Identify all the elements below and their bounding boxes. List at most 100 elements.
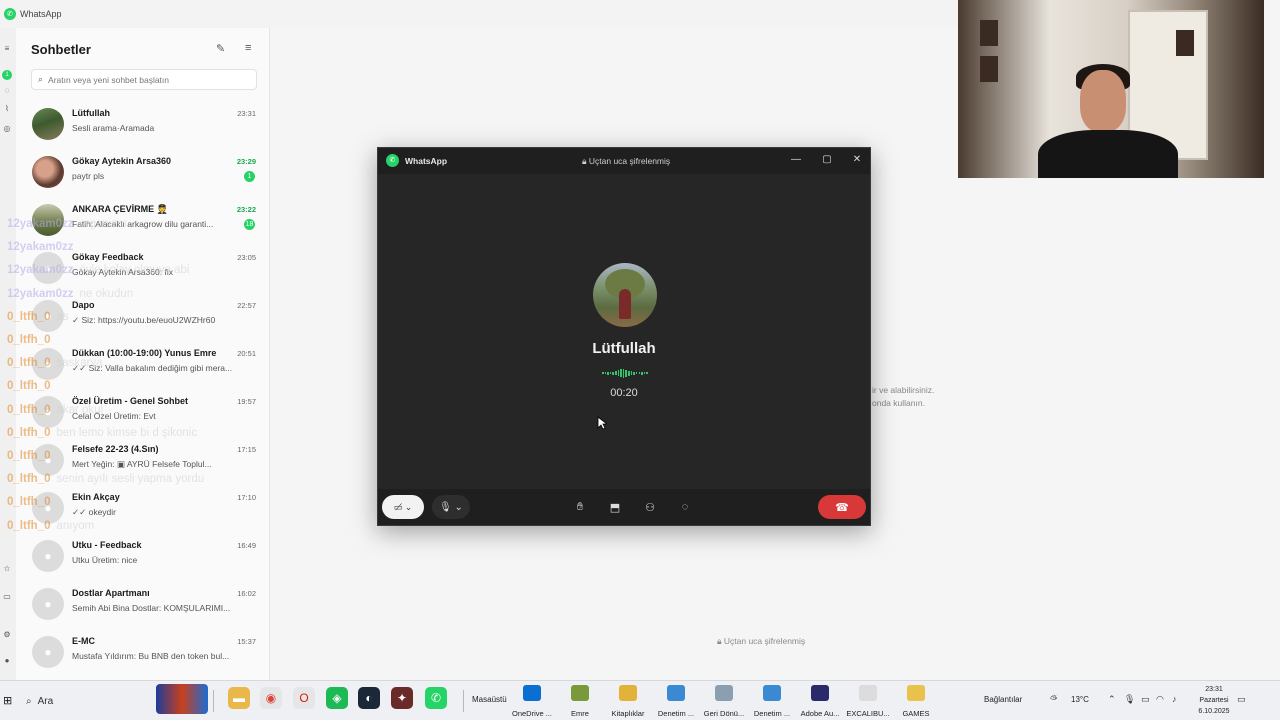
filter-icon[interactable]: ≡ xyxy=(245,42,251,54)
encryption-footer: 🔒︎ Uçtan uca şifrelenmiş xyxy=(717,636,806,646)
chat-list-item[interactable]: ● Dostlar Apartmanı 16:02 Semih Abi Bina… xyxy=(30,584,256,628)
call-window: ✆ WhatsApp 🔒︎ Uçtan uca şifrelenmiş — ▢ … xyxy=(377,147,871,526)
volume-icon[interactable]: ♪ xyxy=(1172,694,1177,704)
chat-list-item[interactable]: ● E-MC 15:37 Mustafa Yıldırım: Bu BNB de… xyxy=(30,632,256,676)
end-call-button[interactable]: ☎︎ xyxy=(818,495,866,519)
start-menu-icon[interactable]: ⊞ xyxy=(3,694,12,707)
app-icon[interactable]: ◈ xyxy=(326,687,348,709)
close-button[interactable]: ✕ xyxy=(848,152,866,168)
chat-time: 17:10 xyxy=(237,493,256,502)
chat-list-item[interactable]: ● Ekin Akçay 17:10 ✓✓ okeydir xyxy=(30,488,256,532)
taskbar: ⊞ ⌕ Ara ▬ ◉ O ◈ ◐ ✦ ✆ Masaüstü OneDrive … xyxy=(0,680,1280,720)
microphone-icon[interactable]: 🎙︎ xyxy=(1124,694,1135,705)
app-titlebar: ✆ WhatsApp xyxy=(0,0,958,28)
profile-icon[interactable]: ● xyxy=(2,656,12,666)
maximize-button[interactable]: ▢ xyxy=(818,152,836,168)
webcam-feed xyxy=(958,0,1264,178)
search-highlight-banner[interactable] xyxy=(156,684,208,714)
taskbar-folder-label: GAMES xyxy=(902,709,930,718)
waveform-bar xyxy=(638,372,641,374)
desktop-label[interactable]: Masaüstü xyxy=(472,695,507,704)
chat-list-item[interactable]: Gökay Aytekin Arsa360 23:29 paytr pls 1 xyxy=(30,152,256,196)
waveform-bar xyxy=(602,372,604,374)
clock[interactable]: 23:31 Pazartesi 6.10.2025 xyxy=(1198,684,1230,717)
waveform-bar xyxy=(612,371,614,375)
chat-last-message: Semih Abi Bina Dostlar: KOMŞULARIMI... xyxy=(72,603,231,613)
menu-icon[interactable]: ≡ xyxy=(2,44,12,54)
chat-list-item[interactable]: ● Utku - Feedback 16:49 Utku Üretim: nic… xyxy=(30,536,256,580)
chat-list-item[interactable]: ● Dapo 22:57 ✓ Siz: https://youtu.be/euo… xyxy=(30,296,256,340)
minimize-button[interactable]: — xyxy=(787,152,805,168)
chevron-up-icon[interactable]: ⌃ xyxy=(1108,694,1116,705)
settings-icon[interactable]: ⚙ xyxy=(2,630,12,640)
screen-share-icon[interactable]: ⬒ xyxy=(607,495,623,519)
clock-time: 23:31 xyxy=(1205,686,1223,693)
chat-time: 23:29 xyxy=(236,157,256,166)
app-title: WhatsApp xyxy=(20,9,62,19)
waveform-bar xyxy=(635,372,638,374)
chat-last-message: Sesli arama·Aramada xyxy=(72,123,155,133)
clock-date: 6.10.2025 xyxy=(1198,708,1230,715)
chat-list-item[interactable]: ● Özel Üretim - Genel Sohbet 19:57 Celal… xyxy=(30,392,256,436)
status-icon[interactable]: ◌ xyxy=(2,86,12,96)
archive-icon[interactable]: ▭ xyxy=(2,592,12,602)
left-rail: ≡ 1 ◌ ⌇ ◎ ☆ ▭ ⚙ ● xyxy=(0,28,16,680)
opera-icon[interactable]: O xyxy=(293,687,315,709)
whatsapp-taskbar-icon[interactable]: ✆ xyxy=(425,687,447,709)
game-icon[interactable]: ✦ xyxy=(391,687,413,709)
chat-list-item[interactable]: ● Dükkan (10:00-19:00) Yunus Emre 20:51 … xyxy=(30,344,256,388)
wifi-icon[interactable]: ◠ xyxy=(1156,694,1164,705)
chat-list-item[interactable]: ● Felsefe 22-23 (4.Sın) 17:15 Mert Yeğin… xyxy=(30,440,256,484)
add-participant-icon[interactable]: ⚇ xyxy=(642,495,658,519)
chat-last-message: Mustafa Yıldırım: Bu BNB den token bul..… xyxy=(72,651,230,661)
chat-last-message: Gökay Aytekin Arsa360: fix xyxy=(72,267,173,277)
sidebar-title: Sohbetler xyxy=(31,42,91,57)
taskbar-folder[interactable]: GAMES xyxy=(888,685,944,718)
avatar: ● xyxy=(32,300,64,332)
person-head xyxy=(1080,70,1126,132)
chat-list-item[interactable]: Lütfullah 23:31 Sesli arama·Aramada xyxy=(30,104,256,148)
taskbar-search[interactable]: ⌕ Ara xyxy=(20,689,160,713)
chat-bubble-icon[interactable]: ◌ xyxy=(677,495,693,519)
unread-badge: 18 xyxy=(244,219,255,230)
mouse-cursor-icon xyxy=(597,416,607,430)
steam-icon[interactable]: ◐ xyxy=(358,687,380,709)
chat-last-message: ✓✓ okeydir xyxy=(72,507,117,517)
notification-icon[interactable]: ▭ xyxy=(1237,694,1246,705)
chat-name: Dükkan (10:00-19:00) Yunus Emre xyxy=(72,348,217,358)
microphone-button[interactable]: 🎙︎ ⌄ xyxy=(432,495,470,519)
new-chat-icon[interactable]: ✎ xyxy=(216,42,225,55)
camera-toggle-button[interactable]: ▭̸ ⌄ xyxy=(382,495,424,519)
chat-list-item[interactable]: ANKARA ÇEVİRME 🧑‍✈️ 23:22 Fatih: Alacakl… xyxy=(30,200,256,244)
channels-icon[interactable]: ⌇ xyxy=(2,104,12,114)
network-icon[interactable]: ▭ xyxy=(1141,694,1150,705)
waveform-bar xyxy=(604,372,607,374)
call-app-title: WhatsApp xyxy=(405,156,448,166)
starred-icon[interactable]: ☆ xyxy=(2,564,12,574)
intro-text-line1: ir ve alabilirsiniz. xyxy=(872,385,935,395)
call-timer: 00:20 xyxy=(610,387,638,399)
raise-hand-icon[interactable]: ✋︎ xyxy=(572,495,588,519)
whatsapp-logo-icon: ✆ xyxy=(4,8,16,20)
waveform-bar xyxy=(628,370,630,376)
avatar: ● xyxy=(32,252,64,284)
chrome-icon[interactable]: ◉ xyxy=(260,687,282,709)
chat-list-item[interactable]: ● Gökay Feedback 23:05 Gökay Aytekin Ars… xyxy=(30,248,256,292)
waveform-bar xyxy=(609,372,612,374)
file-explorer-icon[interactable]: ▬ xyxy=(228,687,250,709)
avatar xyxy=(32,204,64,236)
chat-name: Gökay Feedback xyxy=(72,252,144,262)
lock-icon: 🔒︎ xyxy=(717,636,724,646)
search-input[interactable]: ⌕ Aratın veya yeni sohbet başlatın xyxy=(31,69,257,90)
chats-icon[interactable]: 1 xyxy=(2,70,12,80)
folder-icon xyxy=(523,685,541,701)
communities-icon[interactable]: ◎ xyxy=(2,124,12,134)
connections-label[interactable]: Bağlantılar xyxy=(984,695,1022,704)
separator xyxy=(213,690,214,712)
weather-temp[interactable]: 13°C xyxy=(1071,695,1089,704)
chat-name: Dostlar Apartmanı xyxy=(72,588,150,598)
poster xyxy=(1176,30,1194,56)
avatar: ● xyxy=(32,540,64,572)
chat-name: Felsefe 22-23 (4.Sın) xyxy=(72,444,159,454)
folder-icon xyxy=(859,685,877,701)
